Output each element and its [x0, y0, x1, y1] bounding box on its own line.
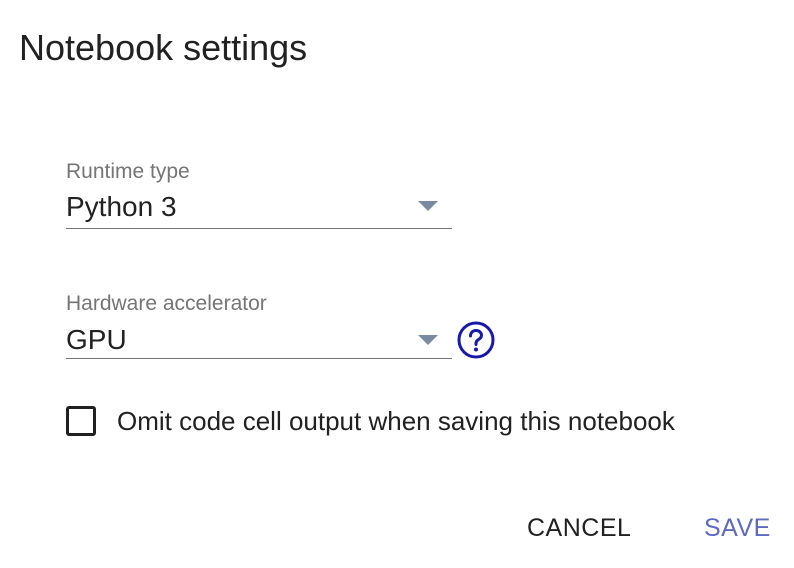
omit-output-label: Omit code cell output when saving this n…	[117, 406, 675, 436]
runtime-type-label: Runtime type	[66, 160, 190, 183]
hardware-accelerator-value: GPU	[66, 324, 127, 355]
hardware-accelerator-label: Hardware accelerator	[66, 292, 267, 315]
omit-output-checkbox[interactable]	[66, 406, 96, 436]
notebook-settings-dialog: Notebook settings Runtime type Python 3 …	[0, 0, 794, 568]
runtime-type-select[interactable]: Python 3	[66, 184, 452, 229]
hardware-accelerator-field: Hardware accelerator GPU	[66, 292, 452, 359]
save-button[interactable]: SAVE	[704, 510, 771, 546]
omit-output-option[interactable]: Omit code cell output when saving this n…	[66, 403, 675, 439]
help-icon[interactable]	[456, 320, 496, 360]
dialog-title: Notebook settings	[19, 27, 308, 68]
runtime-type-value: Python 3	[66, 191, 177, 222]
cancel-button[interactable]: CANCEL	[527, 510, 631, 546]
runtime-type-field: Runtime type Python 3	[66, 160, 452, 229]
dropdown-arrow-icon	[418, 201, 438, 211]
hardware-accelerator-select[interactable]: GPU	[66, 316, 452, 359]
dropdown-arrow-icon	[418, 335, 438, 345]
